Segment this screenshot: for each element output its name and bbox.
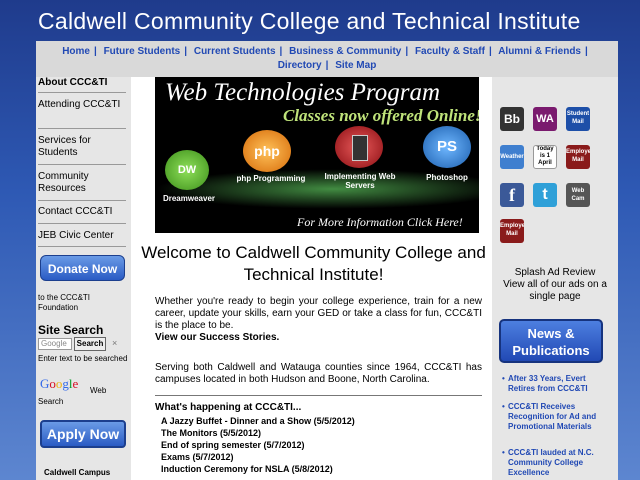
divider xyxy=(38,200,126,201)
nav-alumni-friends[interactable]: Alumni & Friends xyxy=(498,46,581,57)
webadvisor-icon[interactable]: WA xyxy=(533,107,557,131)
campus-label: Caldwell Campus xyxy=(44,468,111,477)
server-icon xyxy=(335,126,383,168)
event-item[interactable]: A Jazzy Buffet - Dinner and a Show (5/5/… xyxy=(161,416,355,426)
facebook-icon[interactable]: f xyxy=(500,183,524,207)
dreamweaver-icon: DW xyxy=(165,150,209,190)
sidebar-item-attending[interactable]: Attending CCC&TI xyxy=(38,99,126,111)
employee-mail-2-icon[interactable]: Employee Mail xyxy=(500,219,524,243)
nav-business-community[interactable]: Business & Community xyxy=(289,46,401,57)
photoshop-label: Photoshop xyxy=(426,173,468,182)
nav-current-students[interactable]: Current Students xyxy=(194,46,276,57)
search-input[interactable]: Google xyxy=(38,338,72,350)
news-item[interactable]: • CCC&TI Receives Recognition for Ad and … xyxy=(502,402,608,432)
left-sidebar: About CCC&TI Attending CCC&TI Services f… xyxy=(36,77,131,480)
header: Caldwell Community College and Technical… xyxy=(0,0,640,40)
divider xyxy=(38,164,126,165)
news-item[interactable]: • After 33 Years, Evert Retires from CCC&… xyxy=(502,374,608,394)
web-servers-label: Implementing Web Servers xyxy=(324,172,396,190)
splash-ad-review-link[interactable]: Splash Ad Review xyxy=(492,267,618,279)
student-mail-icon[interactable]: Student Mail xyxy=(566,107,590,131)
nav-directory[interactable]: Directory xyxy=(278,60,322,71)
intro-text: Whether you're ready to begin your colle… xyxy=(155,296,482,343)
php-icon: php xyxy=(243,130,291,172)
site-search-heading: Site Search xyxy=(38,323,104,337)
calendar-icon[interactable]: Today is 1 April xyxy=(533,145,557,169)
divider xyxy=(38,246,126,247)
divider xyxy=(38,128,126,129)
google-search-label: Search xyxy=(38,397,64,406)
divider xyxy=(155,395,482,396)
sidebar-item-about[interactable]: About CCC&TI xyxy=(38,77,126,89)
php-label: php Programming xyxy=(236,174,306,183)
divider xyxy=(38,92,126,93)
serving-text: Serving both Caldwell and Watauga counti… xyxy=(155,362,482,385)
apply-now-button[interactable]: Apply Now xyxy=(40,420,126,448)
site-title[interactable]: Caldwell Community College and Technical… xyxy=(38,8,581,35)
clear-icon[interactable]: × xyxy=(112,338,117,348)
divider xyxy=(38,223,126,224)
news-item[interactable]: • CCC&TI lauded at N.C. Community College… xyxy=(502,448,608,478)
web-tech-banner[interactable]: Web Technologies Program Classes now off… xyxy=(155,77,479,233)
banner-subtitle: Classes now offered Online! xyxy=(283,106,479,125)
weather-icon[interactable]: Weather xyxy=(500,145,524,169)
right-sidebar: Bb WA Student Mail Weather Today is 1 Ap… xyxy=(492,77,618,480)
nav-faculty-staff[interactable]: Faculty & Staff xyxy=(415,46,485,57)
donate-caption: to the CCC&TI Foundation xyxy=(38,293,91,312)
view-all-ads-link[interactable]: View all of our ads on a single page xyxy=(492,279,618,303)
welcome-heading: Welcome to Caldwell Community College an… xyxy=(141,243,486,284)
sidebar-item-jeb-civic-center[interactable]: JEB Civic Center xyxy=(38,230,126,242)
event-item[interactable]: The Monitors (5/5/2012) xyxy=(161,428,261,438)
sidebar-item-contact[interactable]: Contact CCC&TI xyxy=(38,206,126,218)
top-nav: Home | Future Students | Current Students |… xyxy=(36,41,618,77)
google-logo: Google xyxy=(40,376,79,391)
blackboard-icon[interactable]: Bb xyxy=(500,107,524,131)
success-stories-link[interactable]: View our Success Stories xyxy=(155,332,277,343)
content-area: About CCC&TI Attending CCC&TI Services f… xyxy=(36,77,618,480)
splash-ad-section: Splash Ad Review View all of our ads on … xyxy=(492,267,618,303)
donate-now-button[interactable]: Donate Now xyxy=(40,255,125,281)
event-item[interactable]: End of spring semester (5/7/2012) xyxy=(161,440,305,450)
twitter-icon[interactable]: t xyxy=(533,183,557,207)
sidebar-item-services[interactable]: Services for Students xyxy=(38,135,126,159)
employee-mail-icon[interactable]: Employee Mail xyxy=(566,145,590,169)
nav-home[interactable]: Home xyxy=(62,46,90,57)
event-item[interactable]: Exams (5/7/2012) xyxy=(161,452,234,462)
nav-site-map[interactable]: Site Map xyxy=(335,60,376,71)
webcam-icon[interactable]: Web Cam xyxy=(566,183,590,207)
news-publications-button[interactable]: News & Publications xyxy=(499,319,603,363)
banner-more-info-link[interactable]: For More Information Click Here! xyxy=(297,215,463,230)
sidebar-item-community-resources[interactable]: Community Resources xyxy=(38,171,126,195)
happening-heading: What's happening at CCC&TI... xyxy=(155,402,302,413)
search-button[interactable]: Search xyxy=(74,337,106,351)
photoshop-icon: PS xyxy=(423,126,471,168)
event-item[interactable]: Induction Ceremony for NSLA (5/8/2012) xyxy=(161,464,333,474)
main-column: Web Technologies Program Classes now off… xyxy=(141,77,486,480)
search-hint: Enter text to be searched xyxy=(38,354,128,363)
nav-future-students[interactable]: Future Students xyxy=(104,46,181,57)
dreamweaver-label: Dreamweaver xyxy=(162,194,216,203)
banner-title: Web Technologies Program xyxy=(165,79,440,106)
